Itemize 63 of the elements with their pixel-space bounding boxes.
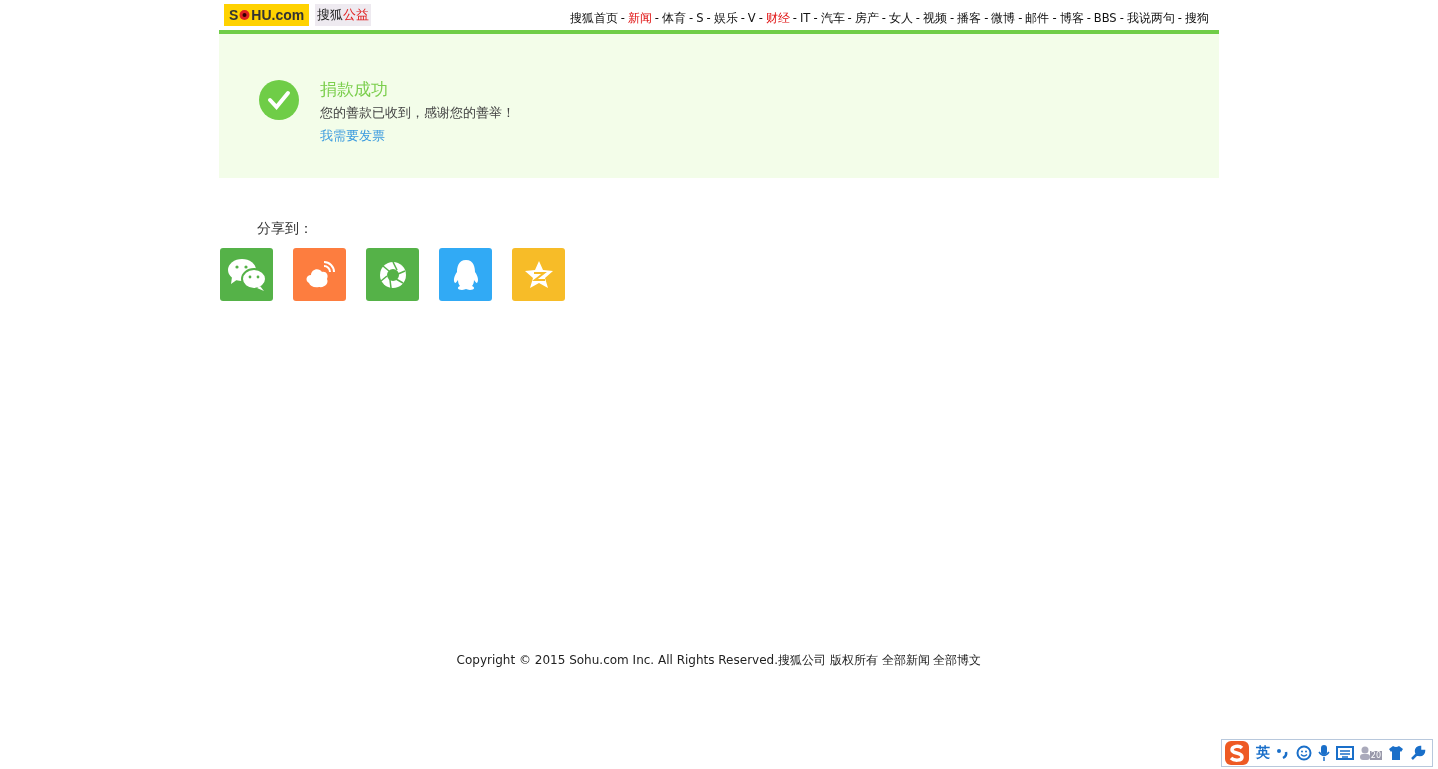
nav-link[interactable]: S [696,11,704,26]
share-button[interactable] [220,248,273,301]
nav-link[interactable]: 邮件 [1025,11,1050,26]
nav-link[interactable]: BBS [1093,11,1117,26]
nav-link[interactable]: 搜狐首页 [569,11,618,26]
microphone-icon[interactable] [1317,745,1330,761]
nav-link[interactable]: 播客 [957,11,982,26]
nav-separator: - [757,11,764,26]
cloud-signal-icon [304,260,335,289]
share-button[interactable] [366,248,419,301]
person-icon [1359,746,1370,760]
nav-link[interactable]: IT [799,11,811,26]
nav-separator: - [619,11,626,26]
ime-mode[interactable]: 英 [1255,744,1270,762]
nav-link[interactable]: 博客 [1059,11,1084,26]
aperture-icon [378,260,407,289]
nav-separator: - [914,11,921,26]
nav-separator: - [705,11,712,26]
nav-link[interactable]: 搜狗 [1185,11,1209,26]
copyright-text: Copyright © 2015 Sohu.com Inc. All Rights Reserved.搜狐公司 版权所有 全部新闻 全部博文 [455,652,983,669]
nav-separator: - [949,11,956,26]
nav-link[interactable]: 我说两句 [1126,11,1175,26]
nav-link[interactable]: 微博 [991,11,1016,26]
nav-link[interactable]: 房产 [854,11,879,26]
smiley-icon[interactable] [1295,745,1312,761]
nav-separator: - [1051,11,1058,26]
nav-link[interactable]: 新闻 [627,11,652,26]
nav-link[interactable]: V [747,11,756,26]
ime-logo-icon[interactable] [1223,740,1250,766]
share-button[interactable] [439,248,492,301]
nav-separator: - [1085,11,1092,26]
success-title: 捐款成功 [320,78,389,101]
share-label: 分享到： [257,220,314,238]
star-icon [523,260,554,289]
success-message: 您的善款已收到，感谢您的善举！ [320,105,515,122]
nav-link[interactable]: 体育 [662,11,686,26]
nav-link[interactable]: 财经 [765,11,790,26]
nav-separator: - [791,11,798,26]
nav-separator: - [1017,11,1024,26]
sohu-logo[interactable]: S HU.com [224,4,310,26]
share-button[interactable] [293,248,346,301]
nav-separator: - [880,11,887,26]
nav-link[interactable]: 娱乐 [713,11,738,26]
nav-separator: - [812,11,819,26]
keyboard-icon[interactable] [1335,746,1354,760]
punctuation-icon[interactable] [1275,746,1290,760]
wrench-icon[interactable] [1410,745,1426,761]
nav-link[interactable]: 汽车 [820,11,845,26]
channel-logo[interactable]: 搜狐公益 [315,4,372,26]
penguin-icon [452,258,479,291]
shirt-icon[interactable] [1388,745,1404,761]
nav-separator: - [983,11,990,26]
level-badge: 20 [1369,751,1382,760]
nav-link[interactable]: 视频 [923,11,947,26]
nav-link[interactable]: 女人 [888,11,913,26]
nav-separator: - [688,11,695,26]
nav-separator: - [846,11,853,26]
nav-separator: - [739,11,746,26]
nav-separator: - [1118,11,1125,26]
nav-separator: - [653,11,660,26]
checkmark-icon [259,80,299,120]
chat-bubbles-icon [226,257,267,292]
nav-separator: - [1176,11,1183,26]
